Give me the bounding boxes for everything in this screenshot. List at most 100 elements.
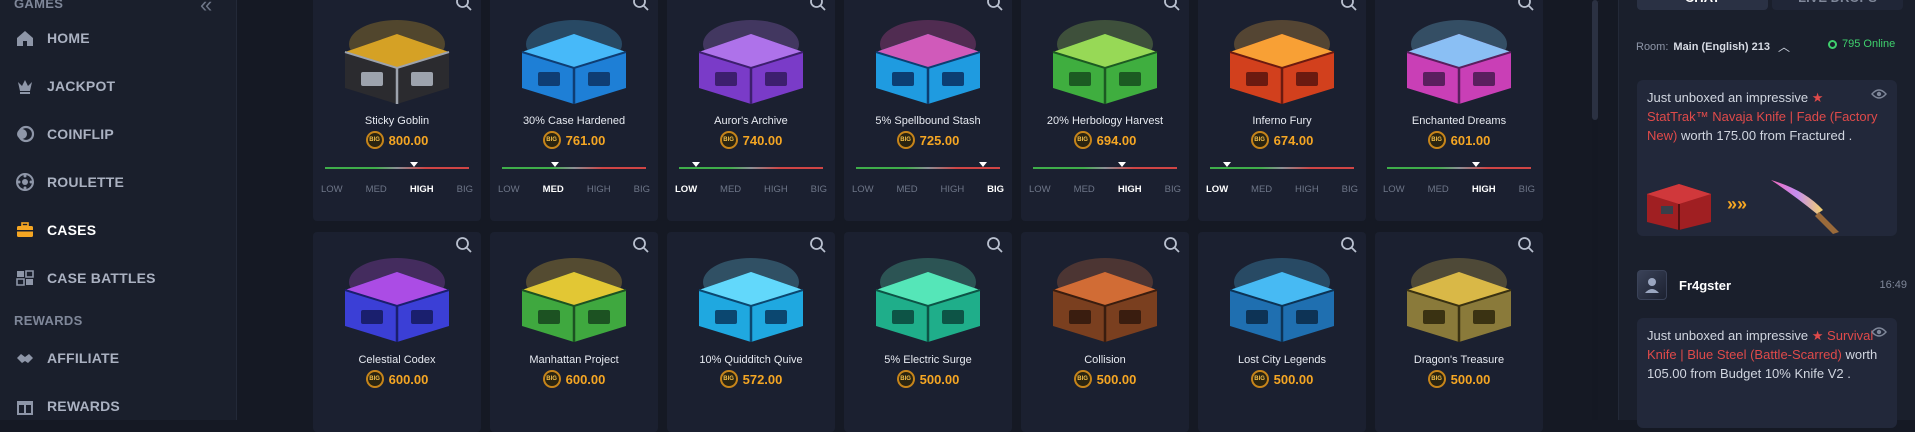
risk-labels: LOW MED HIGH BIG: [1206, 184, 1358, 195]
risk-marker-icon: [551, 162, 560, 167]
risk-label: MED: [896, 184, 918, 195]
chevron-up-icon: ︿: [1777, 40, 1790, 54]
coin-icon: BIG: [1250, 131, 1269, 149]
risk-bar: [502, 162, 646, 169]
sidebar-item-affiliate[interactable]: AFFILIATE: [0, 341, 236, 375]
battle-icon: [14, 267, 36, 289]
risk-label: LOW: [498, 184, 520, 195]
risk-label: LOW: [1383, 184, 1405, 195]
message-text: worth 175.00 from: [1677, 128, 1790, 143]
risk-label: BIG: [1518, 184, 1535, 195]
risk-label: MED: [1427, 184, 1449, 195]
case-image: [1406, 20, 1512, 104]
case-price: BIG 800.00: [313, 131, 481, 149]
case-price: BIG 572.00: [667, 370, 835, 388]
risk-label: MED: [720, 184, 742, 195]
avatar[interactable]: [1637, 270, 1667, 300]
case-card[interactable]: Auror's Archive BIG 740.00 LOW MED HIGH BIG: [667, 0, 835, 221]
case-image: [875, 20, 981, 104]
coin-icon: BIG: [365, 370, 384, 388]
case-card[interactable]: Sticky Goblin BIG 800.00 LOW MED HIGH BIG: [313, 0, 481, 221]
tab-live-drops[interactable]: LIVE DROPS: [1772, 0, 1903, 10]
case-card[interactable]: Inferno Fury BIG 674.00 LOW MED HIGH BIG: [1198, 0, 1366, 221]
sidebar-item-rewards[interactable]: REWARDS: [0, 389, 236, 423]
case-card[interactable]: Collision BIG 500.00: [1021, 232, 1189, 432]
double-chevron-left-icon[interactable]: «: [200, 0, 212, 18]
case-price: BIG 600.00: [313, 370, 481, 388]
online-count: 795 Online: [1828, 38, 1895, 50]
sidebar-item-home[interactable]: HOME: [0, 21, 236, 55]
risk-marker-icon: [1472, 162, 1481, 167]
sidebar-item-cases[interactable]: CASES: [0, 213, 236, 247]
price-value: 572.00: [742, 371, 783, 387]
sidebar-item-jackpot[interactable]: JACKPOT: [0, 69, 236, 103]
case-price: BIG 500.00: [1198, 370, 1366, 388]
case-card[interactable]: 20% Herbology Harvest BIG 694.00 LOW MED HIGH…: [1021, 0, 1189, 221]
risk-label: BIG: [633, 184, 650, 195]
case-card[interactable]: 5% Spellbound Stash BIG 725.00 LOW MED HIGH BI…: [844, 0, 1012, 221]
coin-icon: BIG: [719, 131, 738, 149]
sidebar-item-label: ROULETTE: [47, 174, 125, 190]
sidebar-item-roulette[interactable]: ROULETTE: [0, 165, 236, 199]
case-name: Inferno Fury: [1252, 115, 1312, 127]
coin-icon: BIG: [542, 131, 561, 149]
cases-grid: Sticky Goblin BIG 800.00 LOW MED HIGH BIG 30% C…: [237, 0, 1587, 432]
case-card[interactable]: Manhattan Project BIG 600.00: [490, 232, 658, 432]
eye-icon[interactable]: [1871, 326, 1887, 338]
risk-label: HIGH: [1471, 184, 1496, 195]
case-name: Dragon's Treasure: [1413, 354, 1505, 366]
price-value: 500.00: [1096, 371, 1137, 387]
case-image: [1229, 258, 1335, 342]
case-name: 10% Quidditch Quive: [699, 354, 803, 366]
room-selector[interactable]: Room: Main (English) 213 ︿: [1636, 38, 1790, 55]
case-price: BIG 761.00: [490, 131, 658, 149]
case-name[interactable]: Budget 10% Knife V2 .: [1720, 366, 1851, 381]
coin-icon: BIG: [1073, 131, 1092, 149]
case-name: Auror's Archive: [714, 115, 788, 127]
case-name: Lost City Legends: [1237, 354, 1327, 366]
risk-label: MED: [1251, 184, 1273, 195]
case-card[interactable]: Dragon's Treasure BIG 500.00: [1375, 232, 1543, 432]
case-image: [344, 20, 450, 104]
case-name: Sticky Goblin: [364, 115, 430, 127]
case-card[interactable]: Celestial Codex BIG 600.00: [313, 232, 481, 432]
risk-marker-icon: [410, 162, 419, 167]
case-card[interactable]: 30% Case Hardened BIG 761.00 LOW MED HIGH BIG: [490, 0, 658, 221]
coin-icon: BIG: [719, 370, 738, 388]
price-value: 740.00: [742, 132, 783, 148]
house-icon: [14, 27, 36, 49]
case-price: BIG 500.00: [1375, 370, 1543, 388]
online-dot-icon: [1828, 39, 1837, 49]
tab-chat[interactable]: CHAT: [1637, 0, 1768, 10]
room-name: Main (English) 213: [1673, 40, 1770, 53]
case-image: [1406, 258, 1512, 342]
risk-labels: LOW MED HIGH BIG: [852, 184, 1004, 195]
scrollbar[interactable]: [1592, 0, 1598, 420]
price-value: 600.00: [388, 371, 429, 387]
risk-label: HIGH: [1295, 184, 1319, 195]
coin-icon: BIG: [896, 131, 915, 149]
eye-icon[interactable]: [1871, 88, 1887, 100]
username[interactable]: Fr4gster: [1679, 278, 1731, 293]
sidebar-item-coinflip[interactable]: COINFLIP: [0, 117, 236, 151]
sidebar-item-label: HOME: [47, 30, 90, 46]
price-value: 694.00: [1096, 132, 1137, 148]
gift-icon: [14, 395, 36, 417]
case-card[interactable]: Enchanted Dreams BIG 601.00 LOW MED HIGH BIG: [1375, 0, 1543, 221]
risk-label: HIGH: [1117, 184, 1142, 195]
case-image: [698, 20, 804, 104]
scroll-thumb[interactable]: [1592, 0, 1598, 120]
case-image: [1052, 20, 1158, 104]
case-name: 5% Electric Surge: [884, 354, 972, 366]
sidebar-item-case-battles[interactable]: CASE BATTLES: [0, 261, 236, 295]
case-card[interactable]: Lost City Legends BIG 500.00: [1198, 232, 1366, 432]
coin-icon: BIG: [542, 370, 561, 388]
risk-label: MED: [542, 184, 564, 195]
arrows-icon: »»: [1727, 193, 1748, 214]
risk-bar: [679, 162, 823, 169]
coin-icon: BIG: [1427, 131, 1446, 149]
message-text: Just unboxed an impressive: [1647, 90, 1812, 105]
case-card[interactable]: 5% Electric Surge BIG 500.00: [844, 232, 1012, 432]
case-card[interactable]: 10% Quidditch Quive BIG 572.00: [667, 232, 835, 432]
case-name[interactable]: Fractured .: [1789, 128, 1852, 143]
